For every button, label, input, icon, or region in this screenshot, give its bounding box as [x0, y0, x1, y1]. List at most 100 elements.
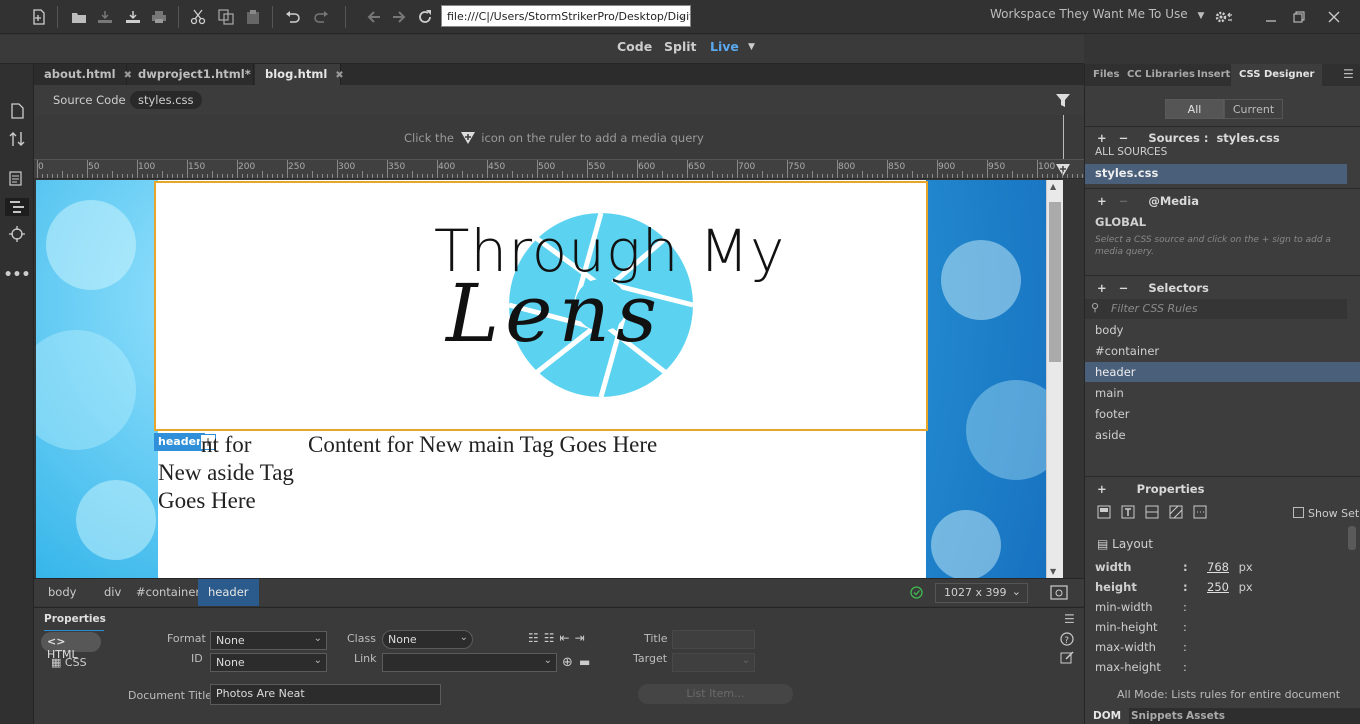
link-input[interactable]: ⌄: [382, 653, 557, 672]
format-select[interactable]: None ⌄: [210, 631, 327, 650]
selector-aside[interactable]: aside: [1095, 428, 1126, 442]
property-row-height[interactable]: height: 250 px: [1095, 580, 1355, 594]
filter-icon[interactable]: [1056, 94, 1070, 107]
source-styles[interactable]: styles.css: [1095, 166, 1158, 180]
outdent-icon[interactable]: ⇤: [560, 631, 575, 645]
property-row-max-height[interactable]: max-height:: [1095, 660, 1355, 674]
split-view-button[interactable]: Split: [664, 39, 697, 54]
show-set-toggle[interactable]: Show Set: [1293, 507, 1359, 520]
sort-arrows-icon[interactable]: [8, 130, 26, 148]
canvas-scrollbar[interactable]: ▲ ▼: [1046, 180, 1063, 578]
address-bar[interactable]: file:///C|/Users/StormStrikerPro/Desktop…: [441, 5, 691, 27]
chevron-down-icon[interactable]: ⌄: [677, 9, 686, 22]
back-arrow-icon[interactable]: [365, 8, 383, 26]
tab-blog[interactable]: blog.html ✖: [255, 64, 344, 85]
media-global[interactable]: GLOBAL: [1095, 215, 1146, 229]
help-icon[interactable]: ?: [1060, 632, 1074, 646]
property-row-min-height[interactable]: min-height:: [1095, 620, 1355, 634]
show-set-checkbox[interactable]: [1293, 507, 1304, 518]
document-title-input[interactable]: Photos Are Neat: [210, 684, 441, 705]
all-mode-button[interactable]: All: [1165, 99, 1224, 119]
property-value[interactable]: 768: [1207, 560, 1229, 574]
close-icon[interactable]: ✖: [335, 70, 343, 81]
scroll-up-icon[interactable]: ▲: [1050, 182, 1056, 191]
window-size-select[interactable]: 1027 x 399 ⌄: [935, 583, 1028, 603]
filter-css-rules[interactable]: ⚲ Filter CSS Rules: [1085, 299, 1347, 319]
layout-icon[interactable]: [1097, 505, 1111, 519]
print-icon[interactable]: [150, 8, 168, 26]
header-tag-label[interactable]: header: [154, 433, 206, 451]
unordered-list-icon[interactable]: ☷: [528, 631, 544, 645]
class-select[interactable]: None ⌄: [382, 630, 473, 649]
selector-header[interactable]: header: [1095, 365, 1136, 379]
undo-icon[interactable]: [284, 8, 302, 26]
tab-assets[interactable]: Assets: [1178, 706, 1233, 724]
dom-tree-icon[interactable]: [5, 198, 29, 216]
selector-footer[interactable]: footer: [1095, 407, 1129, 421]
property-row-max-width[interactable]: max-width:: [1095, 640, 1355, 654]
title-input[interactable]: [672, 630, 755, 649]
property-value[interactable]: 250: [1207, 580, 1229, 594]
ordered-list-icon[interactable]: ☷: [544, 631, 560, 645]
selector-body[interactable]: body: [1095, 323, 1123, 337]
restore-icon[interactable]: [1290, 8, 1308, 26]
save-all-icon[interactable]: [124, 8, 142, 26]
add-selector-icon[interactable]: +: [1097, 281, 1107, 295]
styles-css-button[interactable]: styles.css: [130, 91, 202, 109]
close-icon[interactable]: [1325, 8, 1343, 26]
save-icon[interactable]: [96, 8, 114, 26]
text-icon[interactable]: [1121, 505, 1135, 519]
panel-menu-icon[interactable]: ☰: [1343, 67, 1354, 81]
chevron-down-icon[interactable]: ▼: [748, 42, 755, 52]
paste-icon[interactable]: [244, 8, 262, 26]
redo-icon[interactable]: [312, 8, 330, 26]
page-list-icon[interactable]: [8, 170, 26, 188]
selector-main[interactable]: main: [1095, 386, 1124, 400]
header-element[interactable]: Through My Lens: [154, 181, 928, 431]
selector-container[interactable]: #container: [1095, 344, 1159, 358]
border-icon[interactable]: [1145, 505, 1159, 519]
property-unit[interactable]: px: [1235, 580, 1253, 594]
ruler[interactable]: 0 50 100 150 200 250 300 350 400 450 500 550 600 650 7…: [34, 159, 1084, 179]
add-media-icon[interactable]: +: [1097, 194, 1107, 208]
sync-settings-icon[interactable]: [1214, 8, 1232, 26]
workspace-switcher[interactable]: Workspace They Want Me To Use ▼: [990, 7, 1204, 21]
live-view-button[interactable]: Live: [710, 39, 739, 54]
file-icon[interactable]: [8, 102, 26, 120]
indent-icon[interactable]: ⇥: [575, 631, 590, 645]
property-row-width[interactable]: width: 768 px: [1095, 560, 1355, 574]
id-select[interactable]: None ⌄: [210, 653, 327, 672]
browse-folder-icon[interactable]: ▬: [579, 655, 590, 669]
minimize-icon[interactable]: [1262, 8, 1280, 26]
tab-about[interactable]: about.html ✖: [34, 64, 132, 85]
current-mode-button[interactable]: Current: [1224, 99, 1283, 119]
add-source-icon[interactable]: +: [1097, 131, 1107, 145]
menu-icon[interactable]: ☰: [1064, 612, 1075, 626]
target-icon[interactable]: [8, 225, 26, 243]
more-properties-icon[interactable]: [1193, 505, 1207, 519]
quick-tag-editor-icon[interactable]: [1060, 650, 1075, 664]
crumb-header[interactable]: header: [198, 579, 259, 606]
forward-arrow-icon[interactable]: [390, 8, 408, 26]
remove-source-icon[interactable]: −: [1119, 131, 1129, 145]
tab-dwproject1[interactable]: dwproject1.html*✖: [128, 64, 267, 85]
list-item-button[interactable]: List Item...: [638, 684, 793, 704]
add-property-icon[interactable]: +: [1097, 482, 1107, 496]
css-mode-button[interactable]: ▦ CSS: [51, 656, 87, 669]
property-row-min-width[interactable]: min-width:: [1095, 600, 1355, 614]
point-to-file-icon[interactable]: ⊕: [562, 655, 573, 670]
open-folder-icon[interactable]: [70, 8, 88, 26]
preview-icon[interactable]: [1050, 585, 1068, 600]
copy-icon[interactable]: [217, 8, 235, 26]
background-icon[interactable]: [1169, 505, 1183, 519]
source-code-button[interactable]: Source Code: [45, 91, 134, 109]
property-unit[interactable]: px: [1235, 560, 1253, 574]
html-mode-button[interactable]: <> HTML: [41, 632, 101, 661]
source-all[interactable]: ALL SOURCES: [1095, 146, 1167, 158]
cut-icon[interactable]: [189, 8, 207, 26]
remove-media-icon[interactable]: −: [1119, 194, 1129, 208]
more-icon[interactable]: •••: [4, 266, 31, 284]
scrollbar-thumb[interactable]: [1049, 202, 1061, 362]
target-select[interactable]: ⌄: [672, 653, 755, 672]
code-view-button[interactable]: Code: [617, 39, 652, 54]
